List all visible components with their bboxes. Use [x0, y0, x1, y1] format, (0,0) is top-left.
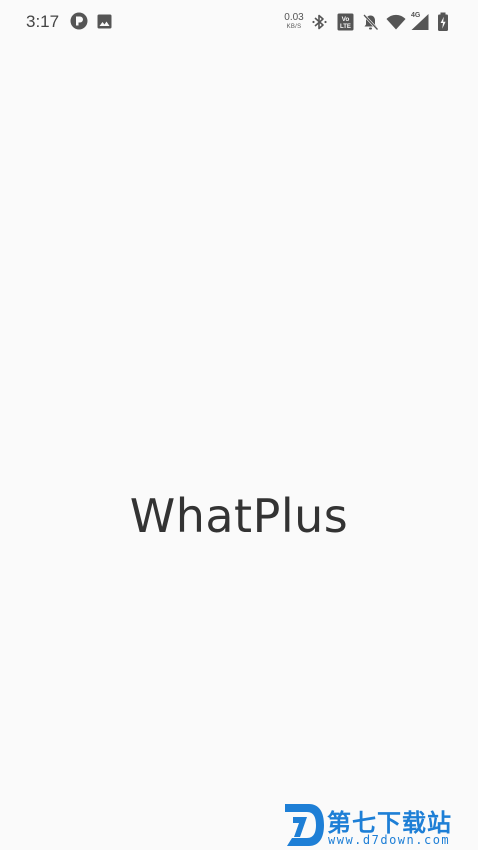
- status-time: 3:17: [26, 12, 60, 31]
- image-notification-icon: [97, 14, 112, 29]
- cell-signal-icon: [411, 14, 429, 30]
- bluetooth-icon: [312, 14, 327, 30]
- network-speed: 0.03 KB/S: [282, 12, 306, 31]
- app-splash-title: WhatPlus: [129, 489, 349, 543]
- volte-icon: Vo LTE: [337, 13, 354, 31]
- battery-charging-icon: [438, 12, 448, 31]
- mute-notifications-icon: [363, 14, 379, 31]
- site-watermark: 第七下载站 www.d7down.com: [283, 800, 478, 850]
- status-bar: 3:17 0.03 KB/S Vo LTE 4G: [0, 0, 478, 44]
- network-speed-unit: KB/S: [286, 24, 302, 30]
- d7down-logo-icon: [285, 804, 324, 846]
- svg-text:Vo: Vo: [342, 16, 350, 23]
- network-speed-value: 0.03: [284, 12, 304, 23]
- svg-text:LTE: LTE: [340, 24, 351, 30]
- watermark-url: www.d7down.com: [328, 833, 451, 847]
- wifi-icon: [386, 14, 406, 30]
- app-notification-icon: [70, 12, 88, 30]
